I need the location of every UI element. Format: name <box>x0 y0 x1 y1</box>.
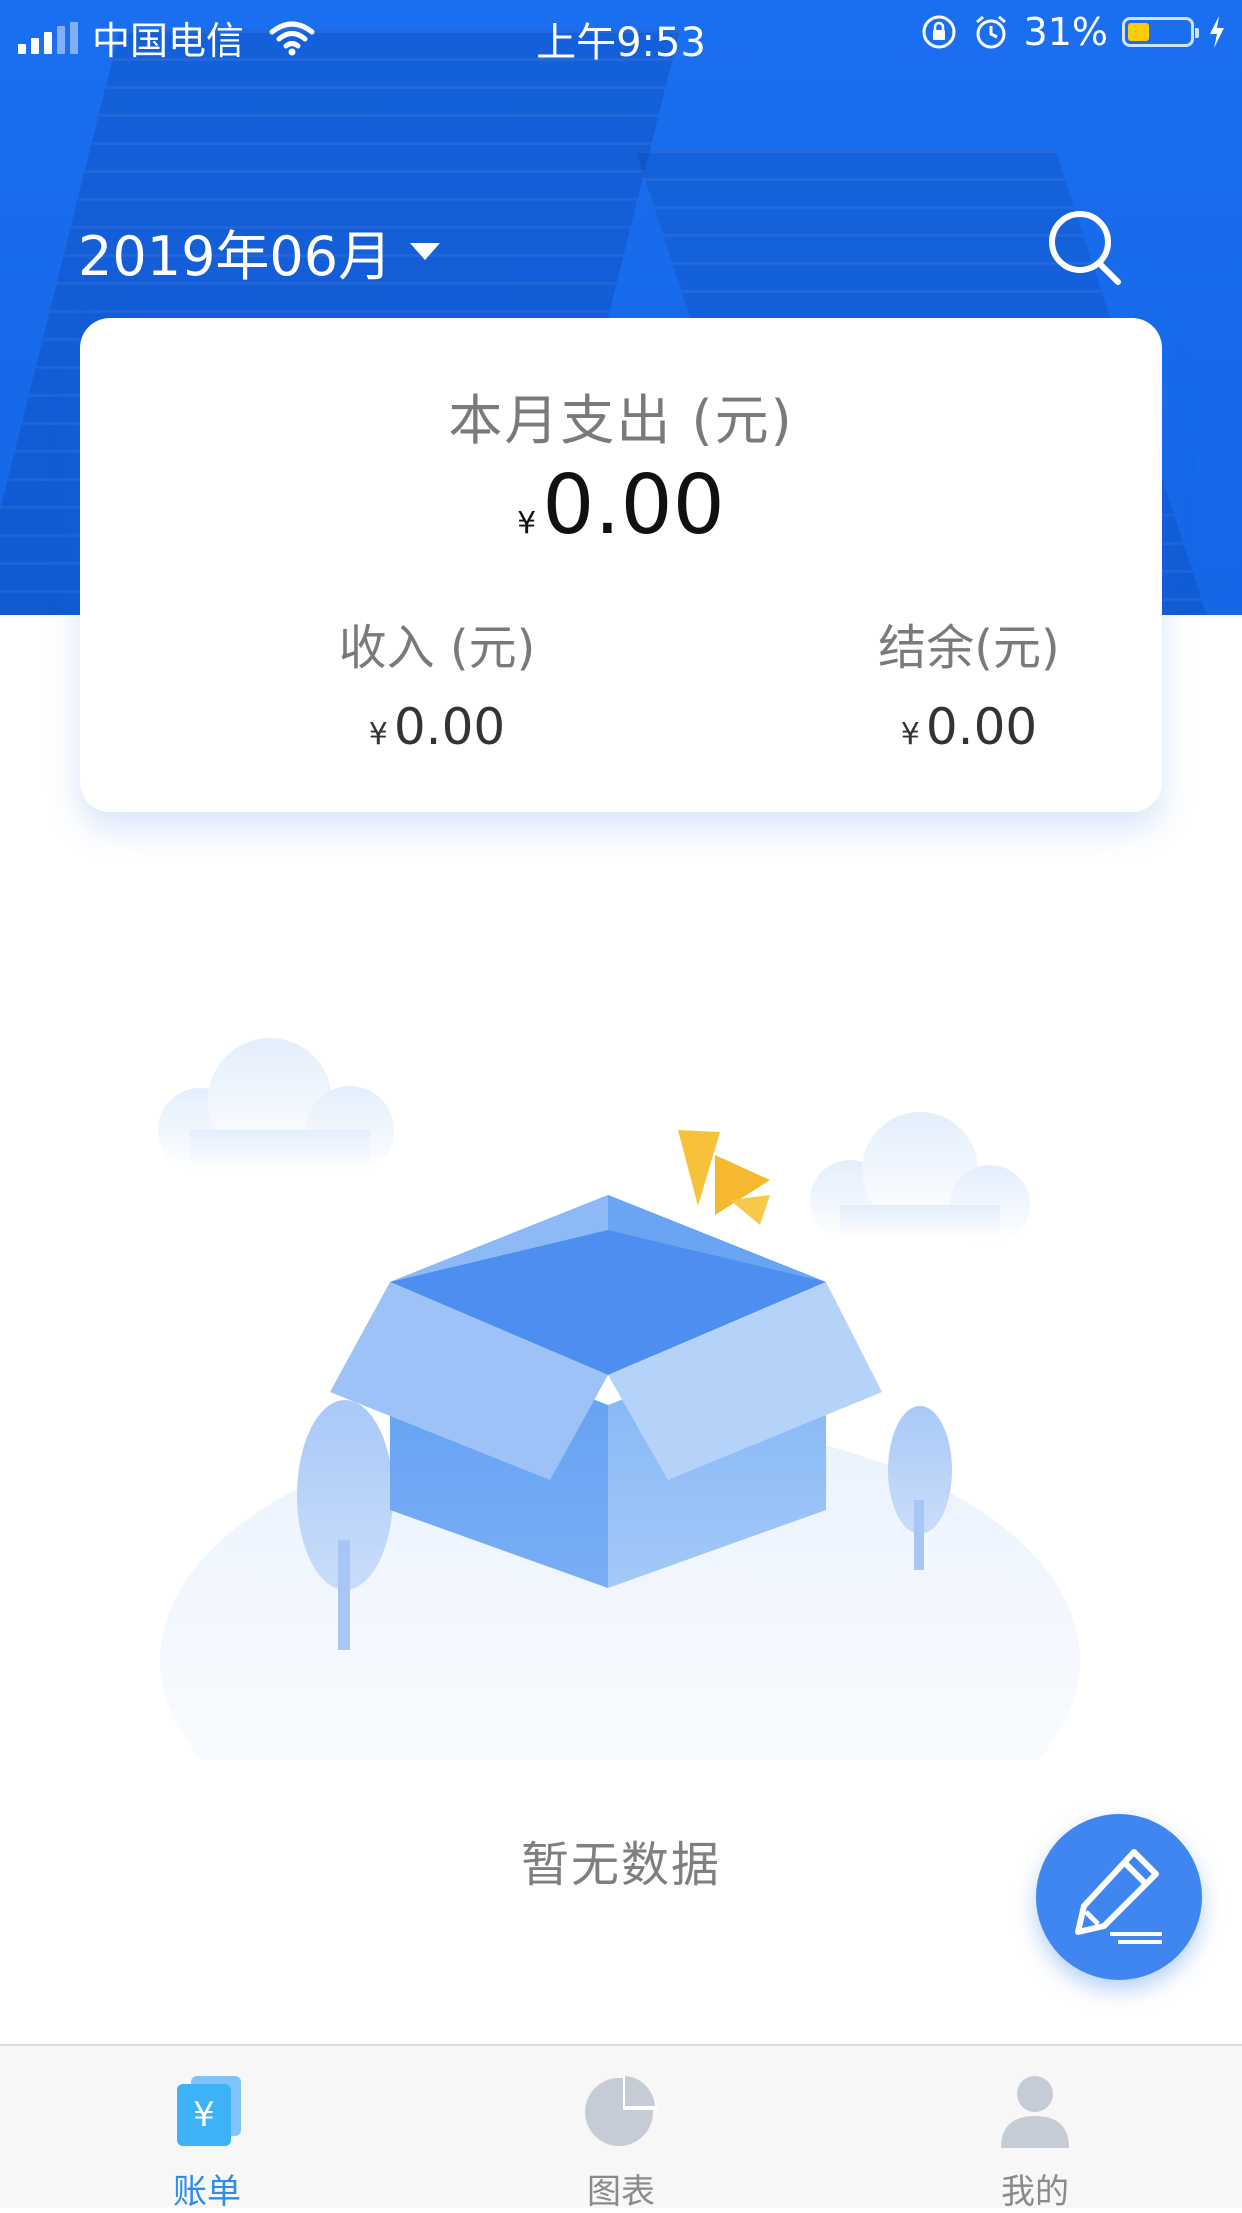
rotation-lock-icon <box>922 15 956 49</box>
tab-chart[interactable]: 图表 <box>414 2046 828 2212</box>
expense-label: 本月支出 (元) <box>448 389 794 452</box>
income-block: 收入 (元) ¥0.00 <box>257 608 617 756</box>
month-selector[interactable]: 2019年06月 <box>78 212 441 291</box>
income-label: 收入 (元) <box>338 620 536 676</box>
pencil-icon <box>1075 1849 1162 1944</box>
sparkle-shape <box>678 1130 770 1225</box>
balance-value: 0.00 <box>925 698 1038 756</box>
user-icon <box>1001 2076 1069 2148</box>
search-icon <box>1049 211 1121 285</box>
month-label: 2019年06月 <box>78 225 393 288</box>
caret-down-icon <box>410 243 441 260</box>
alarm-icon <box>975 15 1006 49</box>
cloud-left <box>158 1038 394 1174</box>
tab-bill-label: 账单 <box>173 2172 241 2212</box>
bill-icon: ¥ <box>177 2076 241 2146</box>
charging-icon <box>1210 16 1224 48</box>
currency-symbol: ¥ <box>517 506 537 541</box>
tab-bar: ¥ 账单 图表 我的 <box>0 2044 1242 2212</box>
expense-amount: ¥0.00 <box>80 458 1162 553</box>
cloud-right <box>810 1112 1030 1245</box>
income-value: 0.00 <box>393 698 506 756</box>
summary-card: 本月支出 (元) ¥0.00 收入 (元) ¥0.00 结余(元) ¥0.00 <box>80 318 1162 812</box>
currency-symbol: ¥ <box>368 717 388 752</box>
tab-mine-label: 我的 <box>1001 2172 1069 2212</box>
tab-chart-label: 图表 <box>587 2172 655 2212</box>
expense-value: 0.00 <box>542 458 725 553</box>
empty-box-illustration <box>158 1038 1080 1760</box>
svg-text:¥: ¥ <box>193 2095 215 2135</box>
tab-mine[interactable]: 我的 <box>828 2046 1242 2212</box>
tab-bill[interactable]: ¥ 账单 <box>0 2046 414 2212</box>
balance-label: 结余(元) <box>878 620 1060 676</box>
pie-chart-icon <box>585 2076 657 2146</box>
search-button[interactable] <box>1046 208 1126 288</box>
battery-icon <box>1122 17 1199 47</box>
add-record-button[interactable] <box>1036 1814 1202 1980</box>
status-bar: 中国电信 上午9:53 31% <box>0 0 1242 66</box>
balance-block: 结余(元) ¥0.00 <box>789 608 1149 756</box>
currency-symbol: ¥ <box>900 717 920 752</box>
battery-percent: 31% <box>1023 10 1108 54</box>
